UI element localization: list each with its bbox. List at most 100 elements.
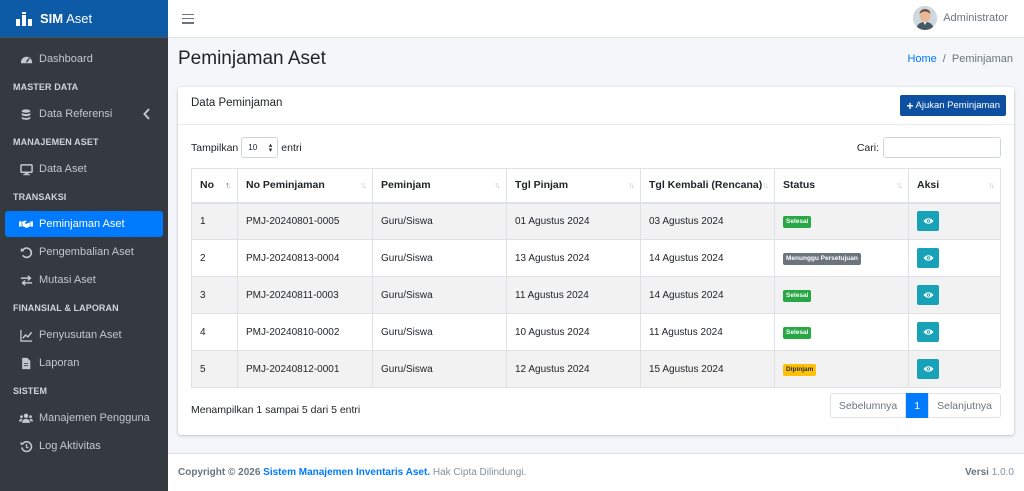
view-button[interactable] xyxy=(917,322,939,342)
brand-name-light: Aset xyxy=(66,11,93,26)
column-header-label: Tgl Kembali (Rencana) xyxy=(649,179,763,192)
add-loan-button[interactable]: + Ajukan Peminjaman xyxy=(900,95,1006,116)
page-length-select[interactable]: 10 ▴ ▾ xyxy=(241,137,279,158)
view-button[interactable] xyxy=(917,359,939,379)
cell-kode: PMJ-20240813-0004 xyxy=(237,239,373,277)
cell-kode: PMJ-20240811-0003 xyxy=(237,276,373,314)
loans-card: Data Peminjaman + Ajukan Peminjaman Tamp… xyxy=(178,87,1014,435)
cell-actions xyxy=(908,350,1001,388)
search-input[interactable] xyxy=(883,137,1001,158)
brand-link[interactable]: SIM Aset xyxy=(0,0,168,38)
cell-no: 1 xyxy=(191,202,238,240)
page-length-value: 10 xyxy=(248,143,258,152)
column-header[interactable]: Tgl Kembali (Rencana) ↑↓ xyxy=(640,168,775,204)
search-label: Cari: xyxy=(856,141,879,154)
pagination-previous[interactable]: Sebelumnya xyxy=(829,393,907,418)
column-header[interactable]: No ↑↓ xyxy=(191,168,238,204)
sidebar-item-log-aktivitas[interactable]: Log Aktivitas xyxy=(5,433,163,459)
status-badge: Selesai xyxy=(783,215,812,228)
table-tools: Tampilkan 10 ▴ ▾ entri Cari: xyxy=(191,137,1001,159)
cell-tgl-kembali: 15 Agustus 2024 xyxy=(640,350,775,388)
pagination: Sebelumnya 1 Selanjutnya xyxy=(829,393,1001,418)
cell-tgl-kembali: 14 Agustus 2024 xyxy=(640,239,775,277)
footer-app-link[interactable]: Sistem Manajemen Inventaris Aset. xyxy=(263,467,430,478)
user-menu[interactable]: Administrator xyxy=(913,6,1008,30)
cell-peminjam: Guru/Siswa xyxy=(372,350,507,388)
sidebar-item-penyusutan-aset[interactable]: Penyusutan Aset xyxy=(5,322,163,348)
sidebar-item-peminjaman-aset[interactable]: Peminjaman Aset xyxy=(5,211,163,237)
view-button[interactable] xyxy=(917,211,939,232)
breadcrumb-current: Peminjaman xyxy=(951,53,1013,65)
logo-icon xyxy=(16,11,32,26)
chevron-left-icon xyxy=(143,108,151,120)
column-header[interactable]: Aksi ↑↓ xyxy=(908,168,1001,204)
sidebar-item-manajemen-pengguna[interactable]: Manajemen Pengguna xyxy=(5,405,163,431)
column-header[interactable]: Status ↑↓ xyxy=(774,168,909,204)
version-value: 1.0.0 xyxy=(991,467,1014,478)
view-button[interactable] xyxy=(917,248,939,268)
chart-line-icon xyxy=(19,328,33,342)
cell-tgl-pinjam: 10 Agustus 2024 xyxy=(506,313,641,351)
column-header[interactable]: Tgl Pinjam ↑↓ xyxy=(506,168,641,204)
table-info: Menampilkan 1 sampai 5 dari 5 entri xyxy=(191,404,361,416)
footer-rights: Hak Cipta Dilindungi. xyxy=(432,467,527,478)
sidebar-item-label: Log Aktivitas xyxy=(39,440,101,452)
cell-tgl-kembali: 14 Agustus 2024 xyxy=(640,276,775,314)
users-icon xyxy=(19,411,33,425)
table-body: 1 PMJ-20240801-0005 Guru/Siswa 01 Agustus 2… xyxy=(191,202,1001,388)
sidebar-item-data-aset[interactable]: Data Aset xyxy=(5,156,163,182)
eye-icon xyxy=(922,365,934,373)
version-info: Versi 1.0.0 xyxy=(965,467,1014,478)
cell-no: 5 xyxy=(191,350,238,388)
view-button[interactable] xyxy=(917,285,939,305)
sidebar-item-label: Pengembalian Aset xyxy=(39,246,134,258)
sidebar-item-dashboard[interactable]: Dashboard xyxy=(5,46,163,72)
breadcrumb-home-link[interactable]: Home xyxy=(907,53,936,65)
sidebar-item-mutasi-aset[interactable]: Mutasi Aset xyxy=(5,267,163,293)
cell-tgl-kembali: 11 Agustus 2024 xyxy=(640,313,775,351)
card-header: Data Peminjaman + Ajukan Peminjaman xyxy=(178,87,1014,125)
pagination-next[interactable]: Selanjutnya xyxy=(928,393,1001,418)
column-header-label: No Peminjaman xyxy=(246,179,325,192)
column-header-label: Tgl Pinjam xyxy=(515,179,569,192)
column-header[interactable]: No Peminjaman ↑↓ xyxy=(237,168,373,204)
cell-actions xyxy=(908,313,1001,351)
cell-tgl-pinjam: 12 Agustus 2024 xyxy=(506,350,641,388)
eye-icon xyxy=(922,291,934,299)
table-row: 5 PMJ-20240812-0001 Guru/Siswa 12 Agustus 2… xyxy=(191,350,1001,388)
cell-no: 2 xyxy=(191,239,238,277)
show-label: Tampilkan xyxy=(191,141,239,154)
sort-icon: ↑↓ xyxy=(494,180,501,190)
select-arrows-icon: ▴ ▾ xyxy=(268,142,273,154)
sidebar-item-label: Penyusutan Aset xyxy=(39,329,122,341)
table-header-row: No ↑↓ No Peminjaman ↑↓ Peminjam ↑↓ Tgl Pinjam ↑… xyxy=(191,168,1001,204)
cell-tgl-pinjam: 11 Agustus 2024 xyxy=(506,276,641,314)
pagination-page-1[interactable]: 1 xyxy=(906,393,929,418)
menu-toggle-icon[interactable] xyxy=(182,13,194,24)
cell-status: Menunggu Persetujuan xyxy=(774,239,909,277)
breadcrumb: Home / Peminjaman xyxy=(907,53,1013,65)
column-header-label: Status xyxy=(783,179,816,192)
cell-actions xyxy=(908,239,1001,277)
sort-icon: ↑↓ xyxy=(360,180,367,190)
column-header[interactable]: Peminjam ↑↓ xyxy=(372,168,507,204)
table-row: 2 PMJ-20240813-0004 Guru/Siswa 13 Agustus 2… xyxy=(191,239,1001,277)
sidebar-section-header: FINANSIAL & LAPORAN xyxy=(13,302,119,313)
dashboard-icon xyxy=(19,52,33,66)
cell-no: 3 xyxy=(191,276,238,314)
sidebar-item-laporan[interactable]: Laporan xyxy=(5,350,163,376)
page-length-control: Tampilkan 10 ▴ ▾ entri xyxy=(191,137,302,158)
cell-kode: PMJ-20240812-0001 xyxy=(237,350,373,388)
eye-icon xyxy=(922,254,934,262)
desktop-icon xyxy=(19,162,33,176)
avatar xyxy=(913,6,938,30)
cell-tgl-kembali: 03 Agustus 2024 xyxy=(640,202,775,240)
sort-icon: ↑↓ xyxy=(988,180,995,190)
sidebar-item-data-referensi[interactable]: Data Referensi xyxy=(5,101,163,127)
sidebar-item-pengembalian-aset[interactable]: Pengembalian Aset xyxy=(5,239,163,265)
add-loan-button-label: Ajukan Peminjaman xyxy=(915,100,1001,111)
column-header-label: Aksi xyxy=(917,179,940,192)
cell-status: Dipinjam xyxy=(774,350,909,388)
copyright-prefix: Copyright © 2026 xyxy=(178,467,261,478)
sidebar-section-header: TRANSAKSI xyxy=(13,191,67,202)
